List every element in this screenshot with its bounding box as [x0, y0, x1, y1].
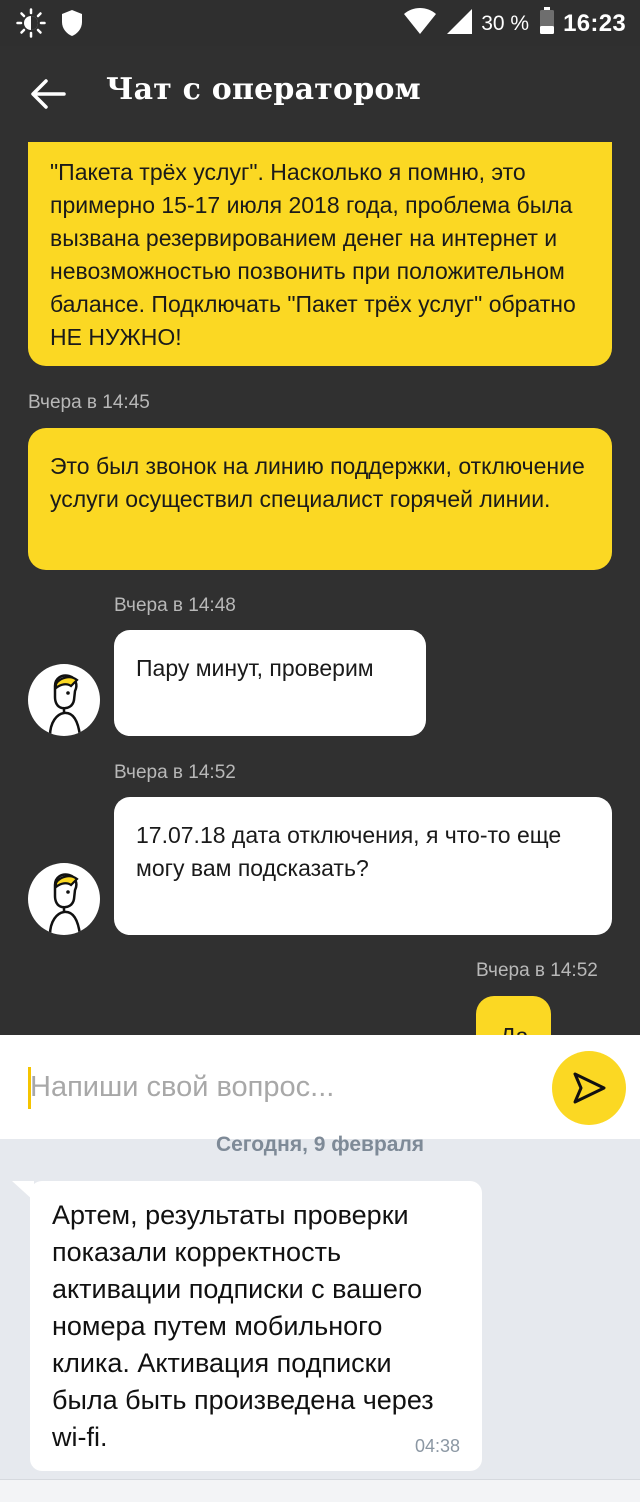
app-bar: Чат с оператором	[0, 46, 640, 142]
operator-avatar-icon	[48, 873, 82, 935]
message-text: 17.07.18 дата отключения, я что-то еще м…	[136, 822, 562, 881]
status-bar-right: 30 % 16:23	[403, 7, 626, 40]
status-bar-left	[16, 8, 84, 43]
message-text: Это был звонок на линию поддержки, отклю…	[50, 453, 585, 512]
message-composer	[0, 1035, 640, 1139]
back-button[interactable]	[26, 74, 70, 114]
signal-icon	[445, 7, 473, 40]
message-text: "Пакета трёх услуг". Насколько я помню, …	[50, 159, 576, 350]
operator-message-bubble: 17.07.18 дата отключения, я что-то еще м…	[114, 797, 612, 935]
message-text: Артем, результаты проверки показали корр…	[52, 1200, 434, 1452]
send-button[interactable]	[552, 1051, 626, 1125]
operator-avatar-icon	[48, 674, 82, 736]
brightness-icon	[16, 8, 46, 43]
chat-history[interactable]: "Пакета трёх услуг". Насколько я помню, …	[0, 142, 640, 1035]
send-icon	[573, 1072, 606, 1104]
message-timestamp: Вчера в 14:52	[476, 960, 598, 981]
user-message-bubble: Да	[476, 996, 551, 1035]
operator-avatar	[28, 664, 100, 736]
notification-overlay: Сегодня, 9 февраля Артем, результаты про…	[0, 1133, 640, 1502]
message-input[interactable]	[30, 1059, 530, 1115]
message-timestamp: Вчера в 14:52	[114, 762, 236, 783]
shield-icon	[60, 9, 84, 42]
page-title: Чат с оператором	[106, 72, 421, 107]
back-arrow-icon	[31, 79, 66, 109]
operator-avatar	[28, 863, 100, 935]
message-timestamp: Вчера в 14:45	[28, 392, 150, 413]
message-text: Да	[500, 1023, 528, 1035]
message-time: 04:38	[414, 1436, 460, 1456]
date-separator: Сегодня, 9 февраля	[215, 1133, 425, 1156]
message-timestamp: Вчера в 14:48	[114, 595, 236, 616]
user-message-bubble: "Пакета трёх услуг". Насколько я помню, …	[28, 142, 612, 366]
incoming-message-bubble[interactable]: Артем, результаты проверки показали корр…	[30, 1181, 482, 1471]
clock: 16:23	[563, 9, 626, 37]
status-bar: 30 % 16:23	[0, 0, 640, 46]
bottom-toolbar	[0, 1479, 640, 1502]
user-message-bubble: Это был звонок на линию поддержки, отклю…	[28, 428, 612, 570]
message-text: Пару минут, проверим	[136, 655, 374, 681]
battery-percent: 30 %	[481, 11, 530, 35]
wifi-icon	[403, 7, 437, 40]
battery-icon	[539, 7, 555, 40]
operator-message-bubble: Пару минут, проверим	[114, 630, 426, 736]
